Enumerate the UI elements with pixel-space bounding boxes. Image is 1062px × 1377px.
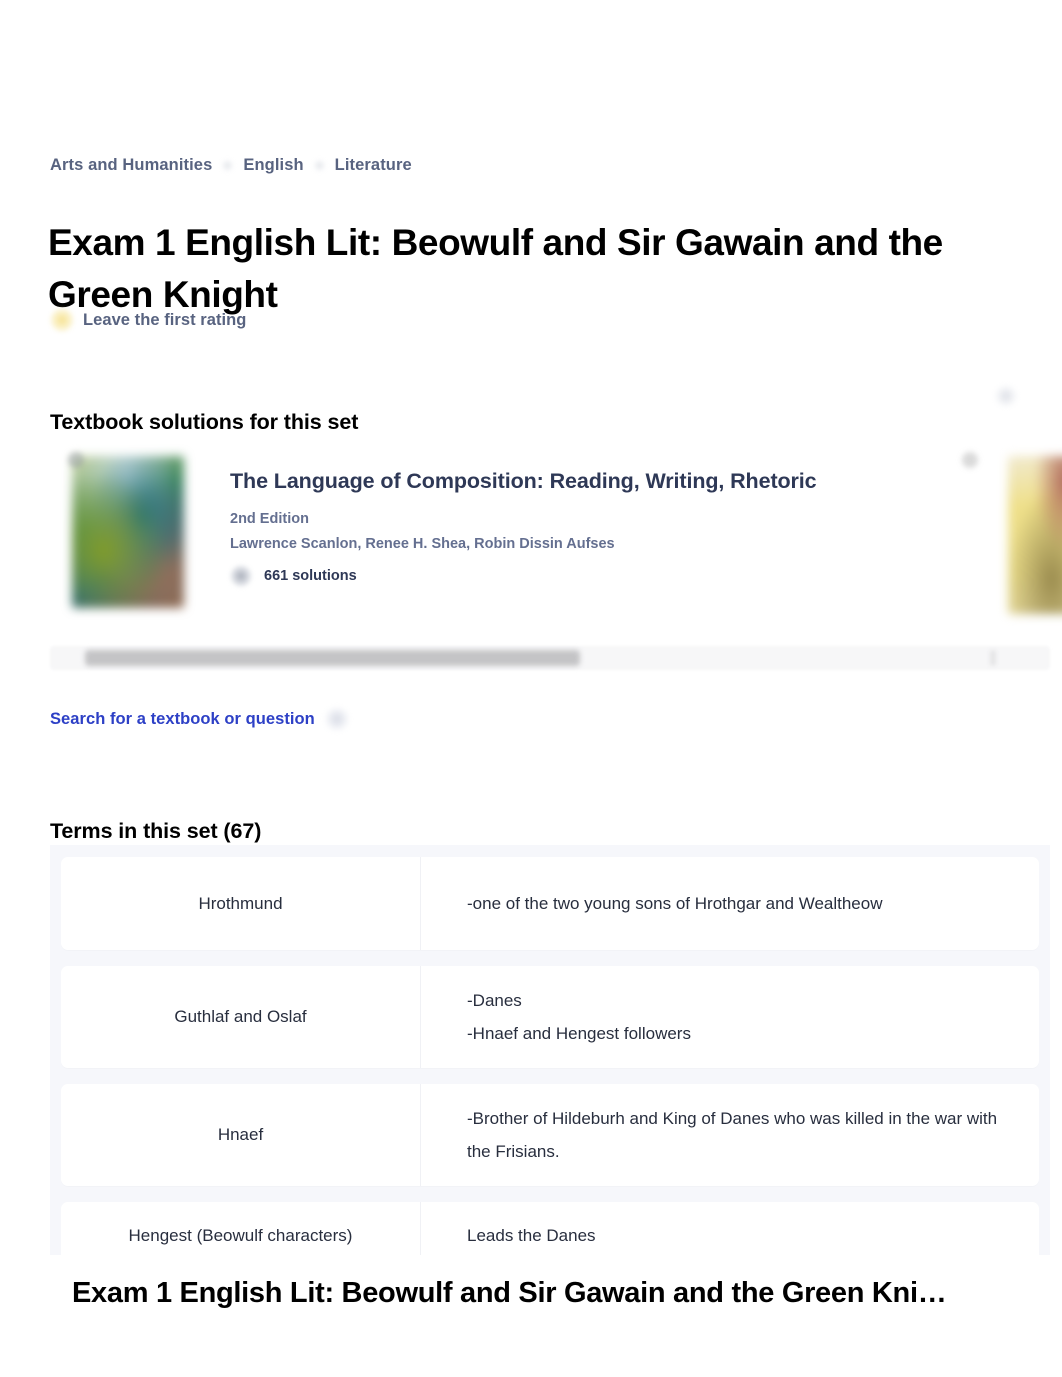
rating-label[interactable]: Leave the first rating xyxy=(83,311,246,330)
definition-text: Leads the Danes xyxy=(467,1226,596,1245)
textbook-authors: Lawrence Scanlon, Renee H. Shea, Robin D… xyxy=(230,536,615,552)
term-text: Hrothmund xyxy=(198,893,283,913)
carousel-scrollbar-endcap xyxy=(990,650,996,666)
term-cell: Hnaef xyxy=(61,1084,421,1186)
carousel-scrollbar-thumb[interactable] xyxy=(85,650,580,666)
breadcrumb-separator-icon xyxy=(212,158,243,174)
list-spacer xyxy=(50,1068,1050,1084)
textbook-edition: 2nd Edition xyxy=(230,511,309,527)
cover-badge-icon xyxy=(962,452,978,468)
search-textbook-link[interactable]: Search for a textbook or question xyxy=(50,710,315,729)
textbook-title[interactable]: The Language of Composition: Reading, Wr… xyxy=(230,464,930,499)
page-title: Exam 1 English Lit: Beowulf and Sir Gawa… xyxy=(48,221,943,315)
search-icon[interactable] xyxy=(324,707,349,731)
definition-cell: -one of the two young sons of Hrothgar a… xyxy=(421,857,1039,950)
book-cover-image xyxy=(72,456,184,608)
page-root: Arts and Humanities English Literature E… xyxy=(0,0,1062,1377)
definition-text: -Danes -Hnaef and Hengest followers xyxy=(467,991,691,1043)
breadcrumb-item-english[interactable]: English xyxy=(243,156,303,175)
term-cell: Hrothmund xyxy=(61,857,421,950)
rating-control[interactable]: Leave the first rating xyxy=(50,308,246,332)
list-spacer xyxy=(50,845,1050,857)
definition-text: -one of the two young sons of Hrothgar a… xyxy=(467,894,883,913)
textbook-solutions-count: 661 solutions xyxy=(264,568,357,584)
table-row[interactable]: Guthlaf and Oslaf -Danes -Hnaef and Heng… xyxy=(61,966,1039,1068)
list-spacer xyxy=(50,950,1050,966)
solutions-icon xyxy=(230,565,252,587)
breadcrumb-item-arts-and-humanities[interactable]: Arts and Humanities xyxy=(50,156,212,175)
term-text: Hengest (Beowulf characters) xyxy=(128,1226,353,1245)
list-spacer xyxy=(50,1186,1050,1202)
definition-cell: -Danes -Hnaef and Hengest followers xyxy=(421,966,1039,1068)
book-cover-image xyxy=(1008,456,1062,614)
bottom-bar-title: Exam 1 English Lit: Beowulf and Sir Gawa… xyxy=(72,1277,947,1309)
cover-badge-icon xyxy=(68,452,84,468)
breadcrumb-item-literature[interactable]: Literature xyxy=(335,156,412,175)
textbook-card[interactable]: The Language of Composition: Reading, Wr… xyxy=(50,432,962,634)
definition-text: -Brother of Hildeburh and King of Danes … xyxy=(467,1109,998,1161)
term-text: Hnaef xyxy=(217,1125,264,1144)
search-textbook-row[interactable]: Search for a textbook or question xyxy=(50,707,349,731)
star-icon[interactable] xyxy=(50,308,74,332)
textbook-info: The Language of Composition: Reading, Wr… xyxy=(230,464,930,587)
definition-cell: -Brother of Hildeburh and King of Danes … xyxy=(421,1084,1039,1186)
breadcrumb-separator-icon xyxy=(304,158,335,174)
info-icon[interactable] xyxy=(995,385,1017,407)
term-text: Guthlaf and Oslaf xyxy=(174,1007,307,1026)
term-cell: Guthlaf and Oslaf xyxy=(61,966,421,1068)
breadcrumb: Arts and Humanities English Literature xyxy=(50,156,412,175)
textbook-carousel[interactable]: The Language of Composition: Reading, Wr… xyxy=(50,432,1062,634)
bottom-bar: Exam 1 English Lit: Beowulf and Sir Gawa… xyxy=(0,1255,1062,1377)
textbook-solutions-row[interactable]: 661 solutions xyxy=(230,565,930,587)
table-row[interactable]: Hnaef -Brother of Hildeburh and King of … xyxy=(61,1084,1039,1186)
terms-heading: Terms in this set (67) xyxy=(50,818,262,843)
terms-list: Hrothmund -one of the two young sons of … xyxy=(50,845,1050,1286)
table-row[interactable]: Hrothmund -one of the two young sons of … xyxy=(61,857,1039,950)
